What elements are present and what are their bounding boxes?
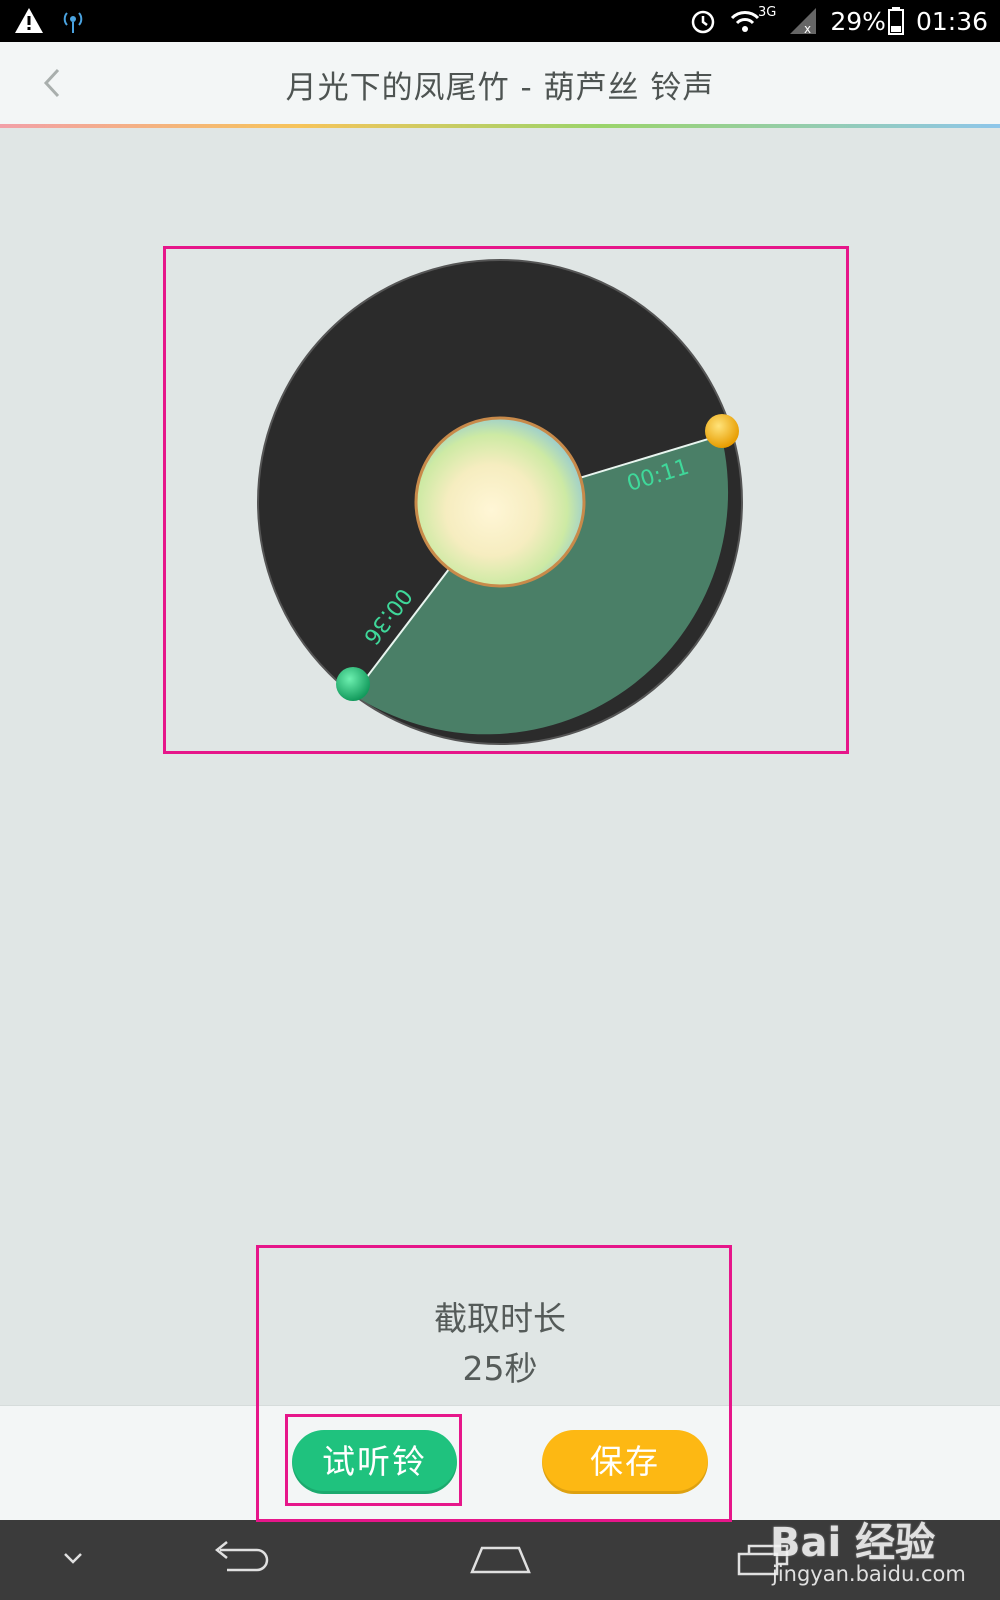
end-handle[interactable] bbox=[336, 667, 370, 701]
back-arrow-icon[interactable] bbox=[205, 1534, 270, 1584]
baidu-jingyan-watermark: Bai 经验 jingyan.baidu.com bbox=[740, 1490, 990, 1600]
ringtone-trim-disc[interactable]: 00:11 00:36 bbox=[0, 0, 1000, 800]
start-handle[interactable] bbox=[705, 414, 739, 448]
highlight-box-duration bbox=[256, 1245, 732, 1522]
home-icon[interactable] bbox=[468, 1534, 533, 1584]
disc-center[interactable] bbox=[414, 416, 586, 588]
watermark-logo: Bai 经验 bbox=[770, 1520, 936, 1566]
chevron-down-icon[interactable] bbox=[58, 1534, 88, 1584]
watermark-url: jingyan.baidu.com bbox=[772, 1562, 966, 1586]
